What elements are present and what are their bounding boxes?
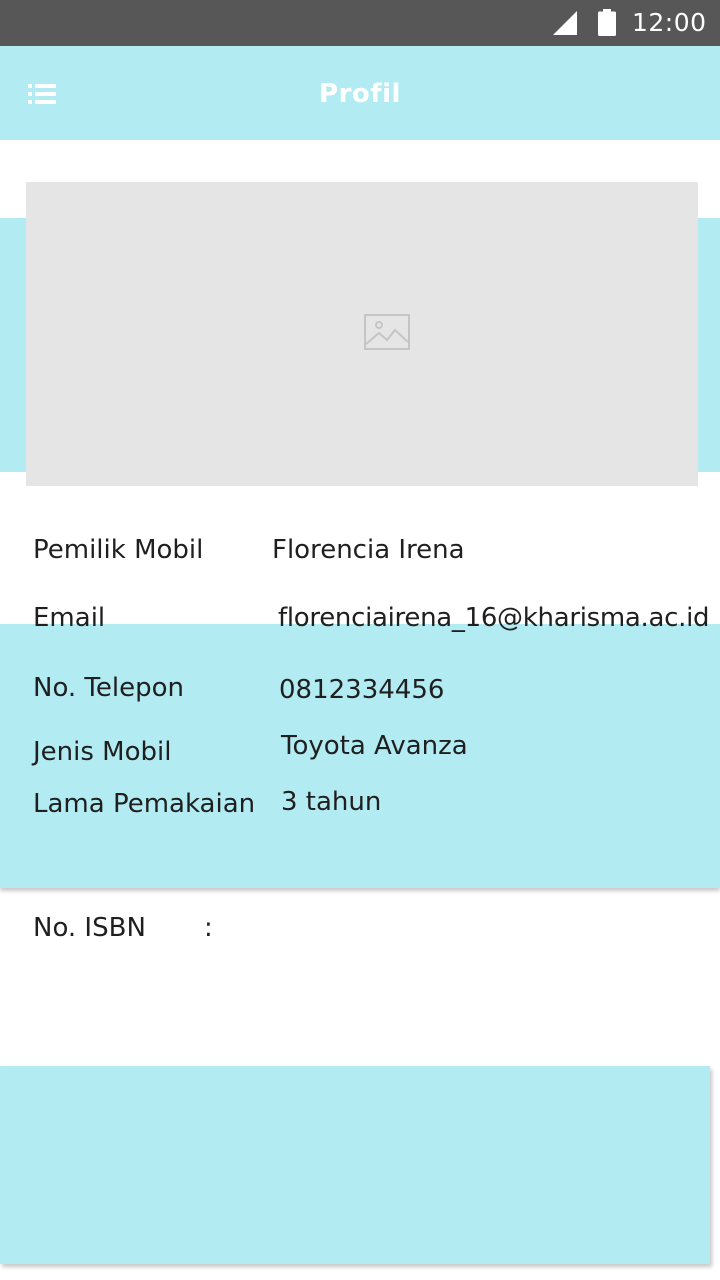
battery-icon (598, 9, 616, 36)
profile-photo[interactable] (26, 182, 698, 486)
status-bar: 12:00 (0, 0, 720, 46)
status-time: 12:00 (632, 8, 707, 37)
isbn-label: No. ISBN (33, 913, 146, 943)
footer-card (0, 1066, 710, 1264)
usage-duration-label: Lama Pemakaian (33, 789, 256, 819)
car-type-value: Toyota Avanza (281, 731, 468, 761)
app-bar: Profil (0, 46, 720, 140)
owner-label: Pemilik Mobil (33, 535, 204, 565)
usage-duration-value: 3 tahun (281, 787, 382, 817)
email-value: florenciairena_16@kharisma.ac.id (278, 603, 710, 633)
menu-button[interactable] (20, 73, 64, 113)
owner-value: Florencia Irena (272, 535, 465, 565)
phone-value: 0812334456 (279, 675, 445, 705)
phone-label: No. Telepon (33, 673, 184, 703)
car-type-label: Jenis Mobil (33, 737, 172, 767)
email-label: Email (33, 603, 106, 633)
isbn-colon: : (204, 913, 213, 943)
cellular-signal-icon (553, 11, 577, 35)
image-placeholder-icon (364, 314, 410, 350)
list-menu-icon (28, 84, 56, 104)
profile-screen: 12:00 Profil Pemilik Mobil Florencia Ire… (0, 0, 720, 1280)
page-title: Profil (319, 79, 401, 109)
